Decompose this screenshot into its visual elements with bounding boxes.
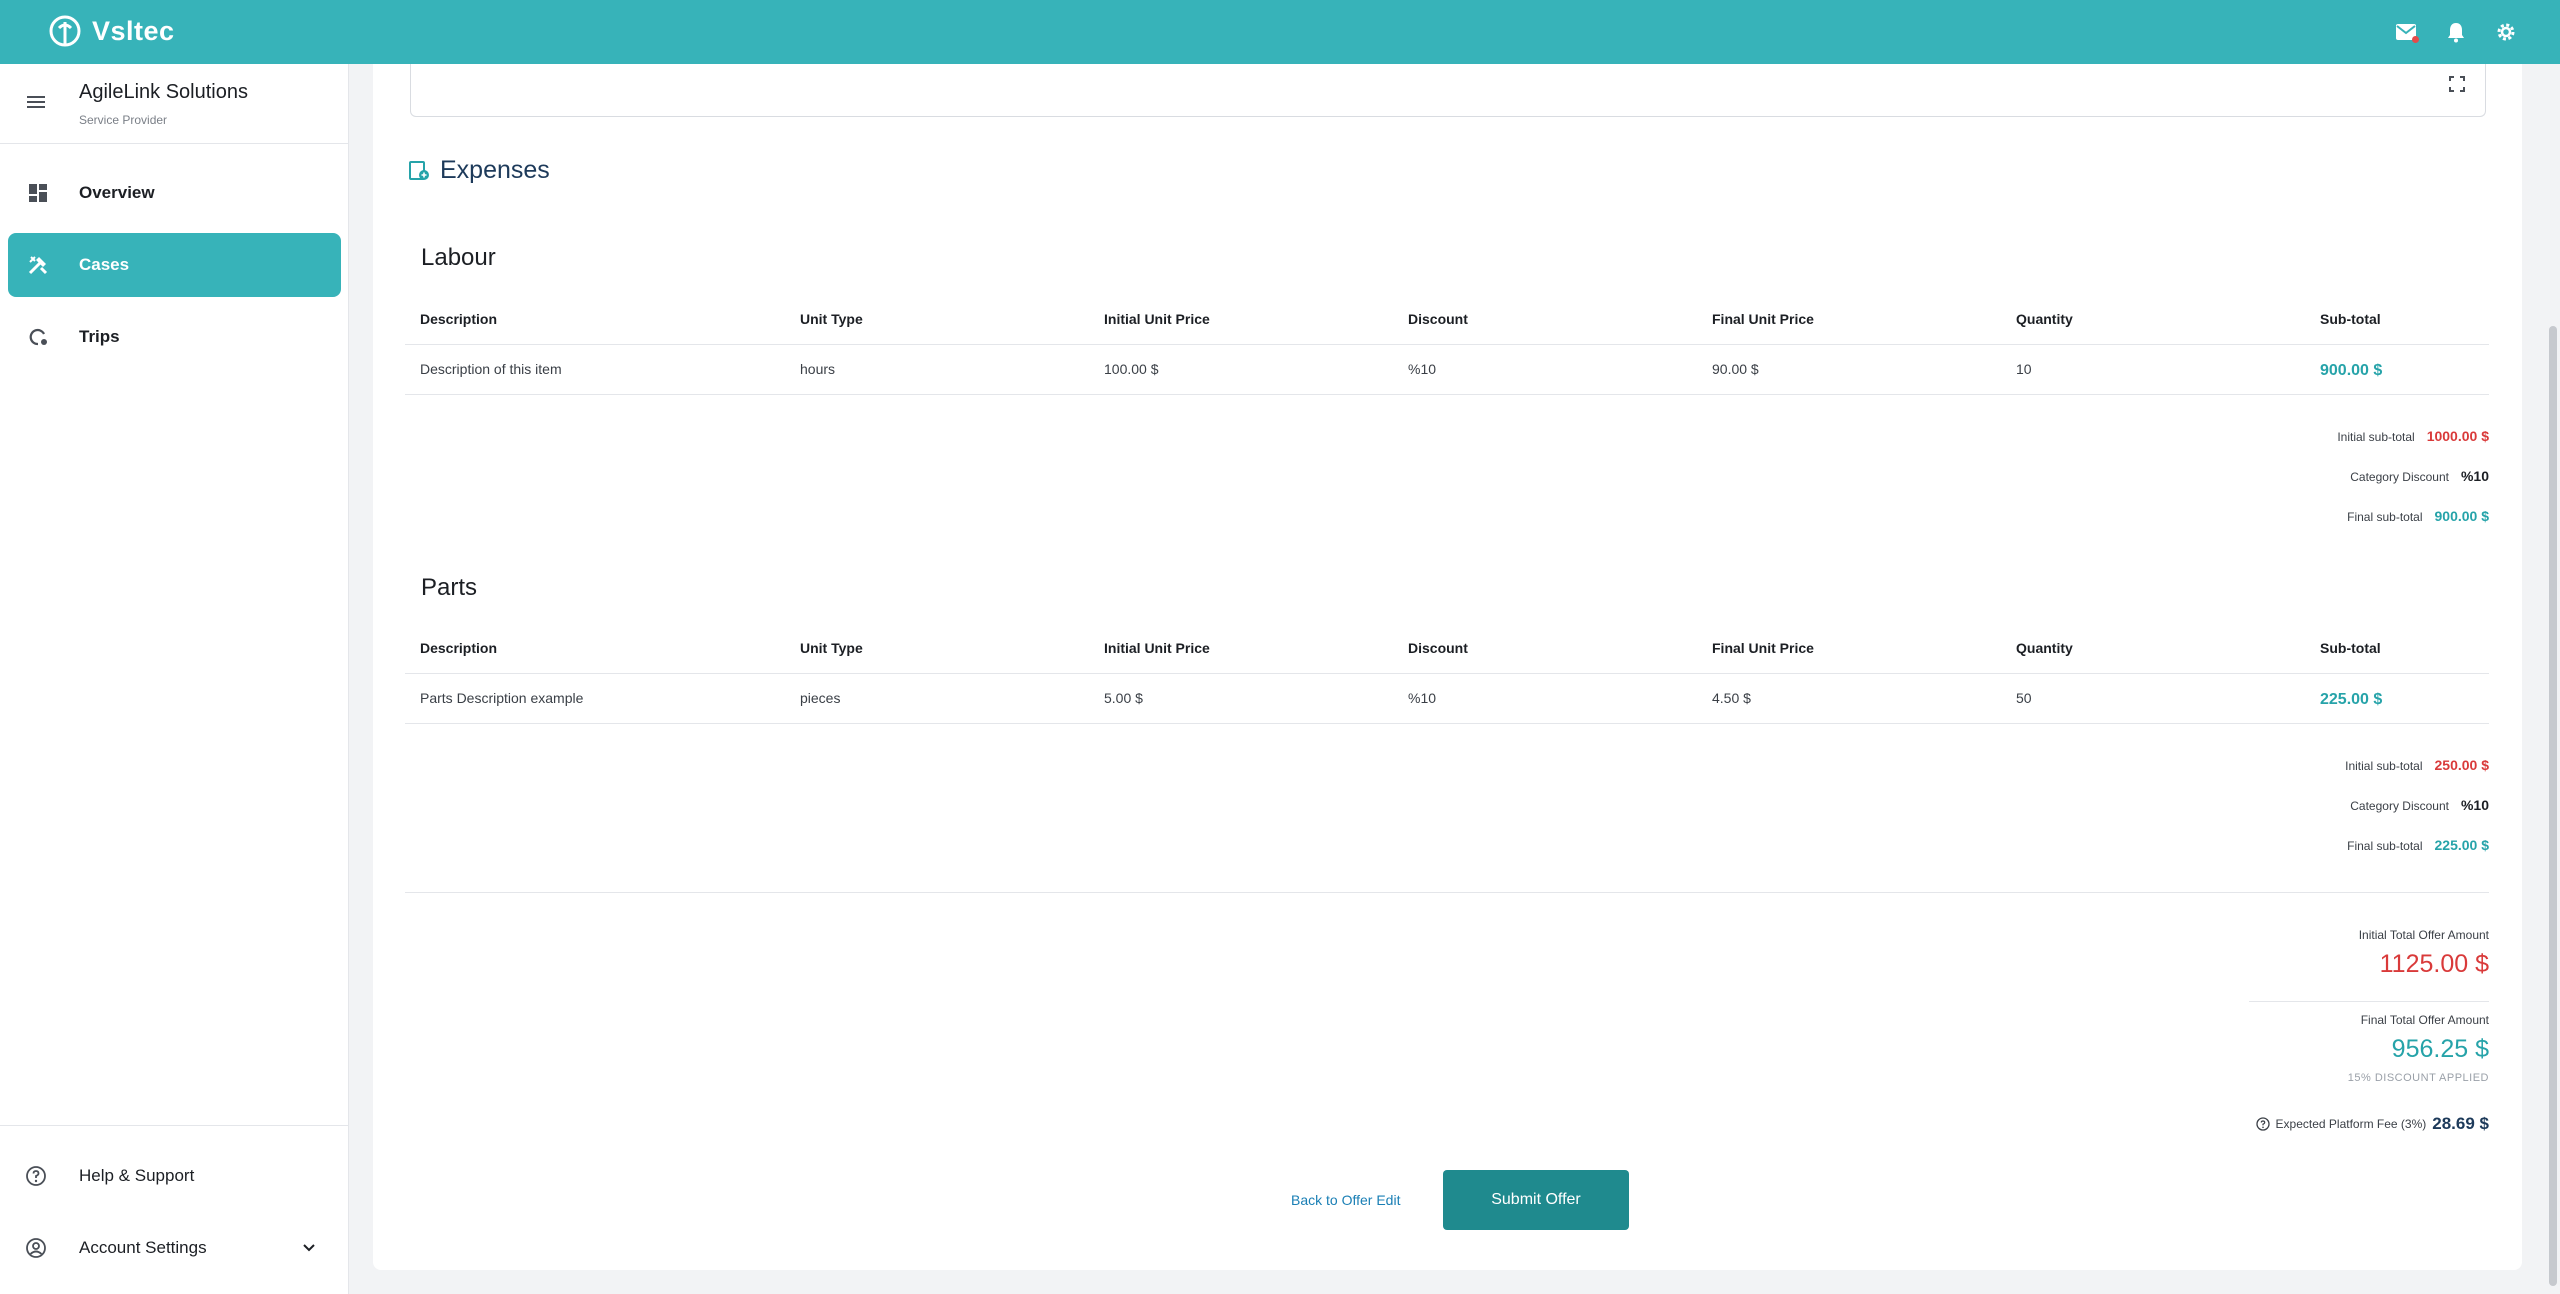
col-subtotal-cell: 900.00 $ <box>2320 362 2383 379</box>
col-subtotal-cell: 225.00 $ <box>2320 691 2383 708</box>
col-unit-type-cell: pieces <box>800 690 841 706</box>
receipt-icon <box>409 160 429 180</box>
hamburger-menu-icon[interactable] <box>24 90 48 114</box>
gear-icon[interactable] <box>2492 18 2520 46</box>
sidebar-item-overview[interactable]: Overview <box>8 161 341 225</box>
col-discount-header: Discount <box>1408 311 1468 327</box>
col-unit-type-header: Unit Type <box>800 311 863 327</box>
col-final-unit-price-header: Final Unit Price <box>1712 640 1814 656</box>
platform-fee-value: 28.69 $ <box>2432 1114 2489 1133</box>
help-label: Help & Support <box>79 1166 195 1185</box>
parts-final-subtotal: Final sub-total 225.00 $ <box>2347 837 2489 853</box>
bell-icon[interactable] <box>2442 18 2470 46</box>
initial-total-value: 1125.00 $ <box>2379 950 2489 978</box>
initial-total-offer: Initial Total Offer Amount 1125.00 $ <box>2359 928 2489 979</box>
col-quantity-header: Quantity <box>2016 311 2073 327</box>
sidebar: AgileLink Solutions Service Provider Ove… <box>0 64 349 1294</box>
final-total-value: 956.25 $ <box>2391 1035 2489 1063</box>
expenses-header: Expenses <box>408 156 550 185</box>
col-discount-header: Discount <box>1408 640 1468 656</box>
brand-name: Vsltec <box>92 15 175 46</box>
platform-fee: Expected Platform Fee (3%) 28.69 $ <box>2255 1114 2489 1134</box>
col-initial-unit-price-cell: 5.00 $ <box>1104 690 1143 706</box>
col-description-header: Description <box>420 640 498 656</box>
labour-initial-subtotal: Initial sub-total 1000.00 $ <box>2337 428 2489 444</box>
final-total-offer: Final Total Offer Amount 956.25 $ 15% DI… <box>2348 1013 2489 1084</box>
col-description-header: Description <box>420 311 498 327</box>
parts-category-discount: Category Discount %10 <box>2350 797 2489 813</box>
account-icon <box>26 1238 46 1258</box>
preview-panel <box>410 64 2486 117</box>
org-header: AgileLink Solutions Service Provider <box>0 64 349 144</box>
col-quantity-header: Quantity <box>2016 640 2073 656</box>
labour-table-header: Description Unit Type Initial Unit Price Di… <box>405 295 2489 345</box>
sidebar-item-label: Overview <box>79 183 155 202</box>
brand-logo[interactable]: Vsltec <box>48 14 175 48</box>
totals-separator <box>2249 1001 2489 1002</box>
final-total-label: Final Total Offer Amount <box>2360 1013 2489 1027</box>
col-initial-unit-price-header: Initial Unit Price <box>1104 311 1210 327</box>
help-icon <box>26 1166 46 1186</box>
labour-final-subtotal: Final sub-total 900.00 $ <box>2347 508 2489 524</box>
discount-applied-note: 15% DISCOUNT APPLIED <box>2347 1072 2489 1084</box>
col-quantity-cell: 10 <box>2016 361 2032 377</box>
unread-dot <box>2412 36 2419 43</box>
expenses-title: Expenses <box>440 156 550 184</box>
col-unit-type-cell: hours <box>800 361 836 377</box>
mail-icon[interactable] <box>2392 18 2420 46</box>
sidebar-item-cases[interactable]: Cases <box>8 233 341 297</box>
col-final-unit-price-cell: 4.50 $ <box>1712 690 1751 706</box>
back-to-offer-edit-button[interactable]: Back to Offer Edit <box>1291 1192 1400 1208</box>
org-name: AgileLink Solutions <box>79 81 248 103</box>
col-subtotal-header: Sub-total <box>2320 311 2381 327</box>
dashboard-icon <box>29 184 47 202</box>
chevron-down-icon <box>303 1244 315 1252</box>
fullscreen-icon[interactable] <box>2447 74 2467 94</box>
sidebar-item-label: Cases <box>79 255 130 274</box>
labour-title: Labour <box>421 244 496 271</box>
sidebar-footer: Help & Support Account Settings <box>0 1125 349 1294</box>
tools-icon <box>28 256 48 275</box>
offer-review-card: Expenses Labour Description Unit Type Init… <box>373 64 2522 1270</box>
help-circle-icon[interactable] <box>2255 1117 2270 1131</box>
scrollbar-thumb[interactable] <box>2549 326 2557 1286</box>
logo-icon <box>49 15 81 47</box>
col-discount-cell: %10 <box>1408 361 1437 377</box>
route-icon <box>29 328 47 346</box>
account-label: Account Settings <box>79 1238 207 1257</box>
table-row: Description of this item hours 100.00 $ %10… <box>405 345 2489 395</box>
help-support-link[interactable]: Help & Support <box>0 1144 349 1208</box>
totals-divider <box>405 892 2489 893</box>
col-unit-type-header: Unit Type <box>800 640 863 656</box>
col-subtotal-header: Sub-total <box>2320 640 2381 656</box>
initial-total-label: Initial Total Offer Amount <box>2358 928 2489 942</box>
col-discount-cell: %10 <box>1408 690 1437 706</box>
col-description-cell: Description of this item <box>420 361 562 377</box>
col-final-unit-price-cell: 90.00 $ <box>1712 361 1759 377</box>
platform-fee-label: Expected Platform Fee (3%) <box>2275 1117 2427 1131</box>
parts-title: Parts <box>421 574 478 601</box>
sidebar-item-trips[interactable]: Trips <box>8 305 341 369</box>
parts-table-header: Description Unit Type Initial Unit Price Di… <box>405 624 2489 674</box>
col-final-unit-price-header: Final Unit Price <box>1712 311 1814 327</box>
org-role: Service Provider <box>79 113 168 127</box>
account-settings-menu[interactable]: Account Settings <box>0 1216 349 1280</box>
labour-category-discount: Category Discount %10 <box>2350 468 2489 484</box>
table-row: Parts Description example pieces 5.00 $ %10… <box>405 674 2489 724</box>
submit-offer-button[interactable]: Submit Offer <box>1443 1170 1629 1230</box>
parts-initial-subtotal: Initial sub-total 250.00 $ <box>2345 757 2489 773</box>
col-quantity-cell: 50 <box>2016 690 2032 706</box>
col-initial-unit-price-header: Initial Unit Price <box>1104 640 1210 656</box>
col-description-cell: Parts Description example <box>420 690 584 706</box>
sidebar-item-label: Trips <box>79 327 120 346</box>
col-initial-unit-price-cell: 100.00 $ <box>1104 361 1159 377</box>
top-bar: Vsltec <box>0 0 2560 64</box>
